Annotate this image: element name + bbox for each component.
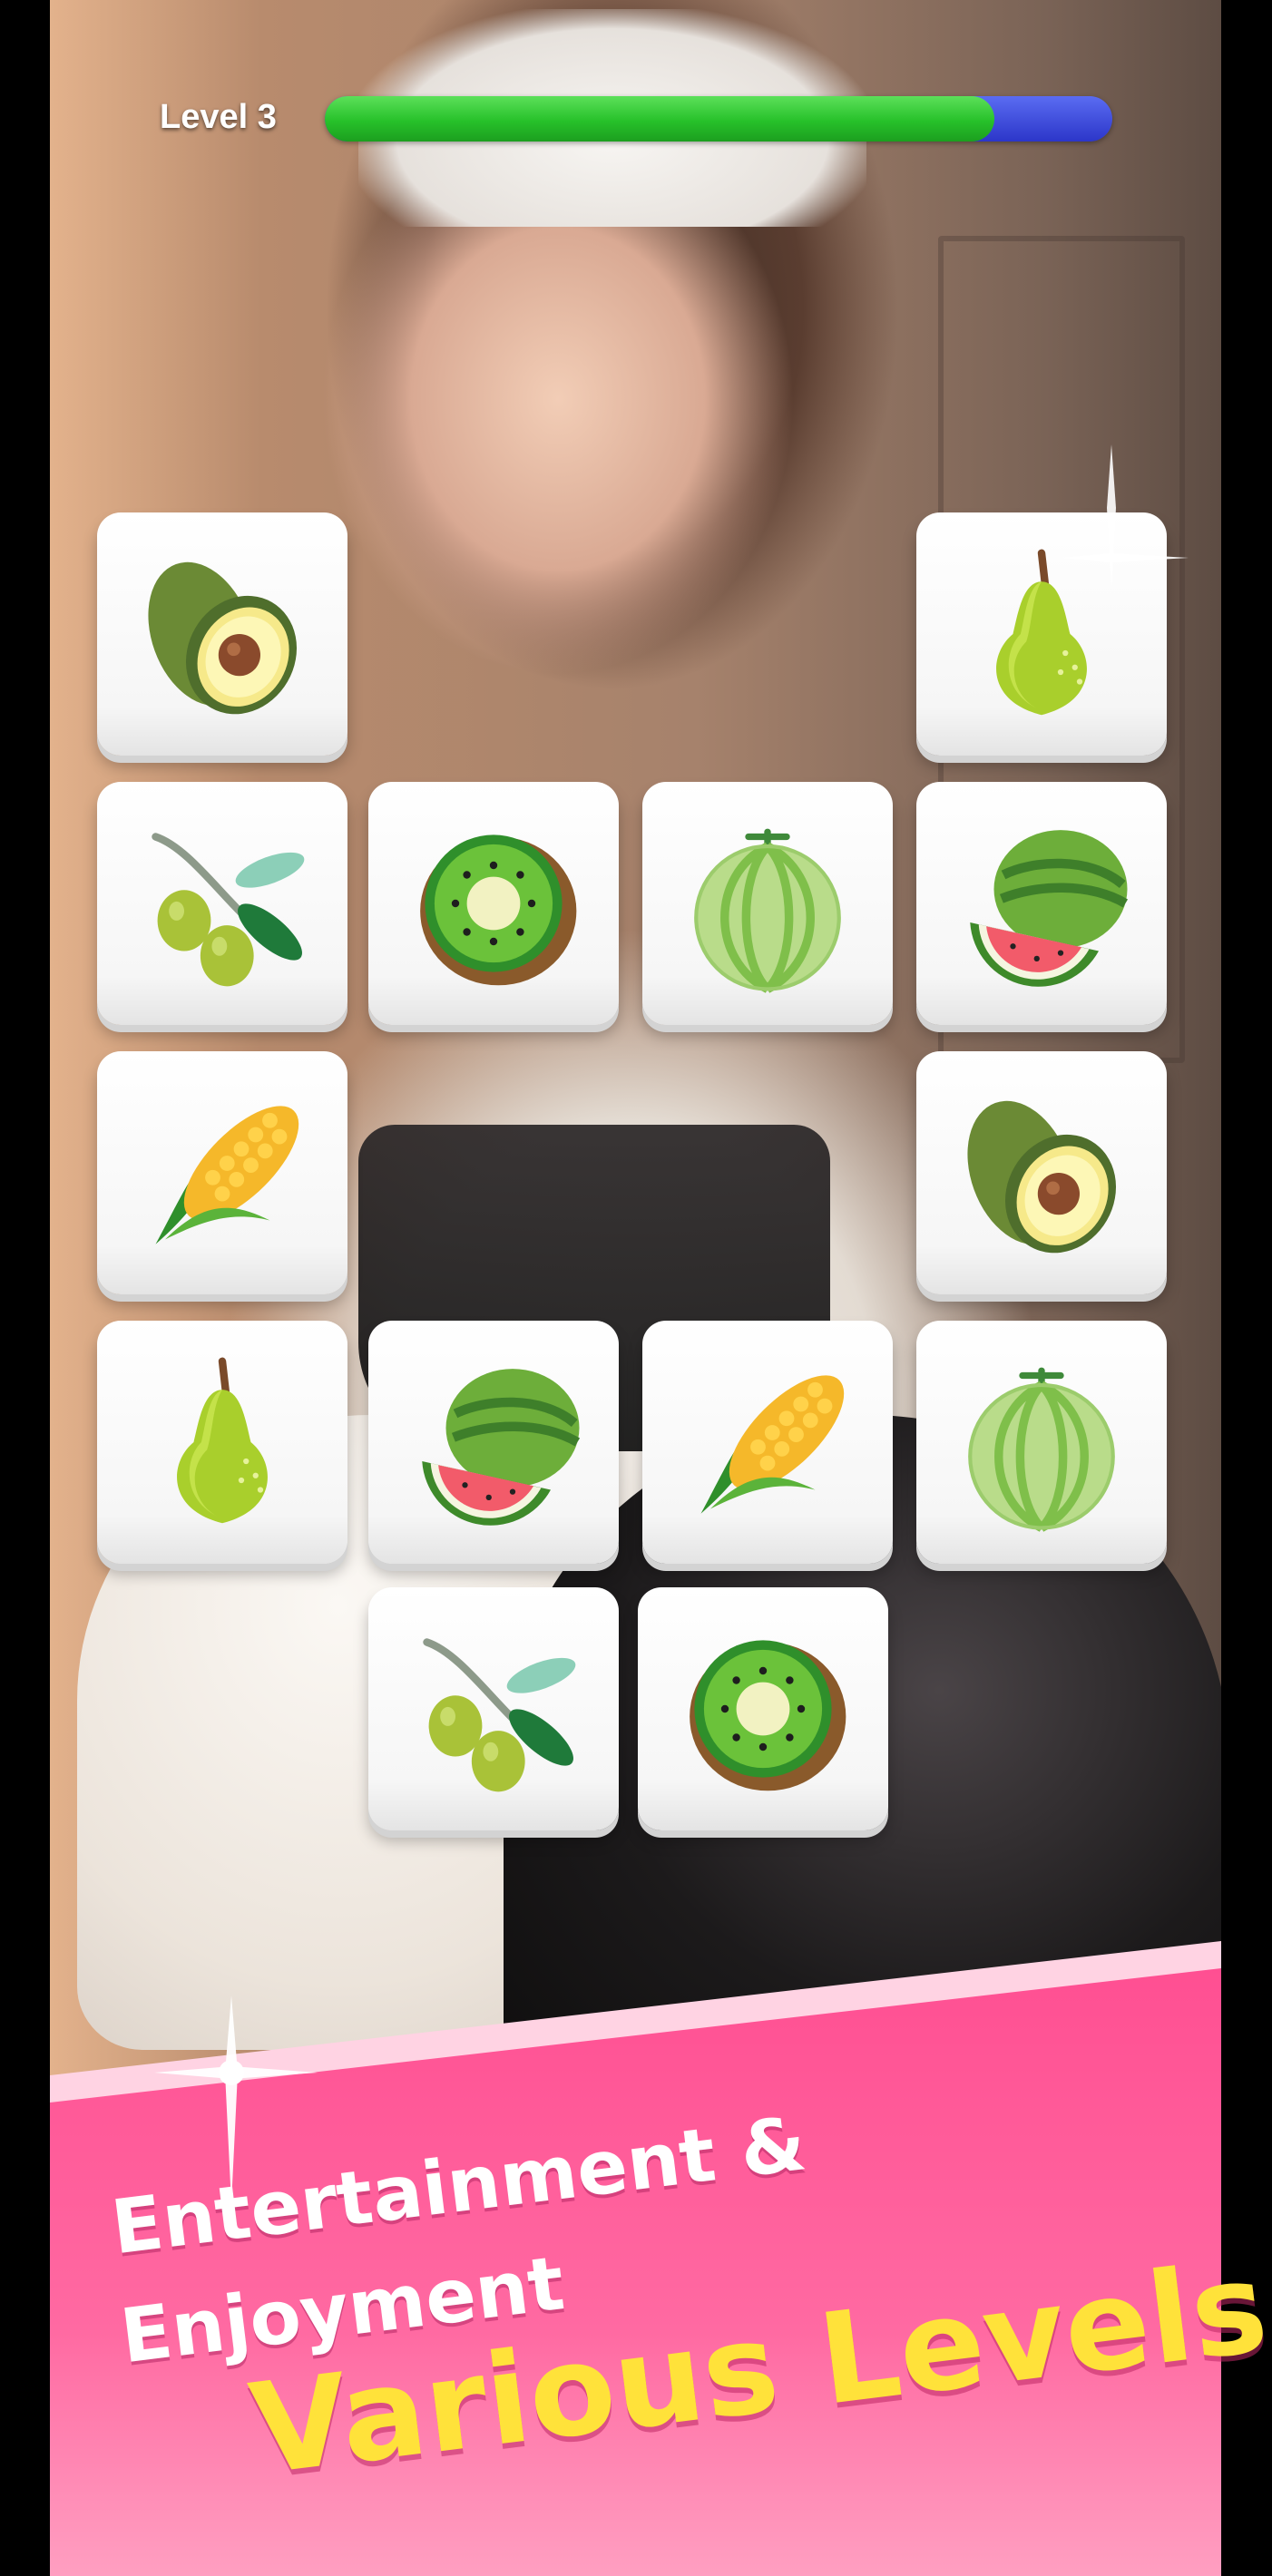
kiwi-icon — [690, 1640, 846, 1791]
tile-avocado[interactable] — [916, 1051, 1167, 1294]
pear-icon — [177, 1357, 268, 1524]
avocado-icon — [148, 561, 298, 715]
sparkle-icon — [1062, 444, 1189, 590]
tile-melon[interactable] — [642, 782, 893, 1025]
corn-icon — [155, 1106, 299, 1244]
left-letterbox — [0, 0, 50, 2536]
level-label: Level 3 — [160, 98, 277, 136]
tile-olives[interactable] — [368, 1587, 619, 1830]
tile-avocado[interactable] — [97, 512, 347, 756]
melon-icon — [694, 828, 841, 993]
olives-icon — [423, 1638, 576, 1792]
corn-icon — [700, 1375, 845, 1514]
olives-icon — [152, 833, 305, 987]
tile-corn[interactable] — [97, 1051, 347, 1294]
melon-icon — [968, 1367, 1115, 1532]
right-letterbox — [1221, 0, 1272, 2536]
tile-watermelon[interactable] — [916, 782, 1167, 1025]
level-progress-bar — [325, 96, 1112, 141]
kiwi-icon — [420, 834, 577, 986]
avocado-icon — [967, 1100, 1117, 1254]
watermelon-icon — [970, 830, 1129, 987]
tile-kiwi[interactable] — [368, 782, 619, 1025]
level-progress-fill — [325, 96, 994, 141]
tile-olives[interactable] — [97, 782, 347, 1025]
tile-corn[interactable] — [642, 1321, 893, 1564]
tile-pear[interactable] — [97, 1321, 347, 1564]
tile-melon[interactable] — [916, 1321, 1167, 1564]
watermelon-icon — [422, 1369, 581, 1526]
tile-kiwi[interactable] — [638, 1587, 888, 1830]
tile-watermelon[interactable] — [368, 1321, 619, 1564]
